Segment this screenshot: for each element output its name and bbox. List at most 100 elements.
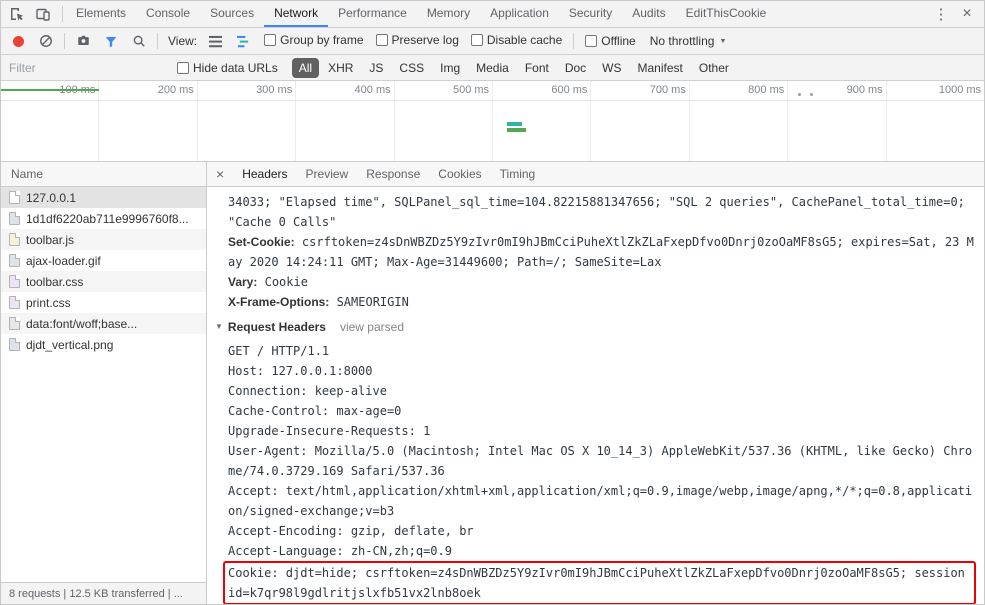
- filter-chip-media[interactable]: Media: [469, 58, 516, 78]
- hide-data-urls-checkbox[interactable]: Hide data URLs: [177, 61, 278, 75]
- timeline-tick: 800 ms: [690, 81, 789, 161]
- filter-chip-other[interactable]: Other: [692, 58, 736, 78]
- request-row[interactable]: djdt_vertical.png: [1, 334, 206, 355]
- use-large-rows-icon[interactable]: [202, 28, 228, 54]
- close-devtools-icon[interactable]: ×: [954, 1, 980, 27]
- capture-screenshots-icon[interactable]: [70, 28, 96, 54]
- raw-header-line-highlighted: Cookie: djdt=hide; csrftoken=z4sDnWBZDz5…: [223, 561, 976, 604]
- filter-chip-css[interactable]: CSS: [392, 58, 431, 78]
- close-details-icon[interactable]: ×: [207, 166, 233, 182]
- detail-tabs: × Headers Preview Response Cookies Timing: [207, 162, 984, 187]
- request-list-panel: Name 127.0.0.1 1d1df6220ab711e9996760f8..…: [1, 162, 207, 604]
- record-dot-icon: [12, 35, 24, 47]
- response-header-value: Cookie: [264, 275, 308, 289]
- request-row[interactable]: ajax-loader.gif: [1, 250, 206, 271]
- disable-cache-checkbox[interactable]: Disable cache: [470, 33, 562, 47]
- tab-application[interactable]: Application: [480, 1, 559, 27]
- name-column-header[interactable]: Name: [1, 162, 206, 187]
- inspect-element-icon[interactable]: [4, 1, 30, 27]
- request-headers-section-header[interactable]: ▼ Request Headers view parsed: [215, 318, 978, 336]
- response-header-value: SAMEORIGIN: [336, 295, 409, 309]
- detail-tab-preview[interactable]: Preview: [297, 162, 358, 186]
- tab-memory[interactable]: Memory: [417, 1, 480, 27]
- detail-tab-headers[interactable]: Headers: [233, 162, 296, 186]
- filter-icon[interactable]: [98, 28, 124, 54]
- tab-elements[interactable]: Elements: [66, 1, 136, 27]
- request-row[interactable]: print.css: [1, 292, 206, 313]
- request-row[interactable]: 127.0.0.1: [1, 187, 206, 208]
- devtools-window: Elements Console Sources Network Performance…: [0, 0, 985, 605]
- more-options-icon[interactable]: ⋮: [928, 1, 954, 27]
- request-row[interactable]: toolbar.css: [1, 271, 206, 292]
- inspect-icons-group: [1, 1, 59, 27]
- preserve-log-checkbox[interactable]: Preserve log: [375, 33, 459, 47]
- filter-chip-img[interactable]: Img: [433, 58, 467, 78]
- checkbox-box-icon: [585, 35, 598, 47]
- toolbar-divider: [62, 6, 63, 22]
- filter-chip-all[interactable]: All: [291, 57, 320, 78]
- clear-network-log-icon[interactable]: [33, 28, 59, 54]
- timeline-overview[interactable]: 100 ms 200 ms 300 ms 400 ms 500 ms 600 ms 700 …: [1, 81, 984, 162]
- file-icon-script: [9, 233, 20, 246]
- request-name: 127.0.0.1: [26, 190, 77, 205]
- offline-label: Offline: [601, 34, 636, 48]
- view-parsed-link[interactable]: view parsed: [340, 318, 404, 336]
- request-row[interactable]: 1d1df6220ab711e9996760f8...: [1, 208, 206, 229]
- file-icon-stylesheet: [9, 296, 20, 309]
- toolbar-checkbox-group: Group by frame Preserve log Disable cache: [258, 33, 568, 49]
- show-overview-icon[interactable]: [230, 28, 256, 54]
- checkbox-box-icon: [375, 34, 388, 46]
- filter-chip-font[interactable]: Font: [518, 58, 556, 78]
- response-header-value: 34033; "Elapsed time", SQLPanel_sql_time…: [228, 195, 965, 229]
- record-network-log-icon[interactable]: [5, 28, 31, 54]
- filter-chip-ws[interactable]: WS: [595, 58, 628, 78]
- request-name: toolbar.js: [26, 232, 75, 247]
- request-row[interactable]: data:font/woff;base...: [1, 313, 206, 334]
- filter-chip-doc[interactable]: Doc: [558, 58, 593, 78]
- tab-audits[interactable]: Audits: [622, 1, 675, 27]
- tab-console[interactable]: Console: [136, 1, 200, 27]
- waterfall-dot: [798, 93, 801, 96]
- device-toolbar-icon[interactable]: [30, 1, 56, 27]
- throttling-select[interactable]: No throttling ▼: [650, 34, 727, 48]
- waterfall-bar-green: [507, 128, 526, 132]
- group-by-frame-checkbox[interactable]: Group by frame: [264, 33, 364, 47]
- timeline-tick: 400 ms: [296, 81, 395, 161]
- file-icon-image: [9, 212, 20, 225]
- network-main-area: Name 127.0.0.1 1d1df6220ab711e9996760f8..…: [1, 162, 984, 604]
- tab-security[interactable]: Security: [559, 1, 622, 27]
- timeline-tick: 300 ms: [198, 81, 297, 161]
- search-icon[interactable]: [126, 28, 152, 54]
- request-name: 1d1df6220ab711e9996760f8...: [26, 211, 189, 226]
- detail-tab-timing[interactable]: Timing: [491, 162, 545, 186]
- raw-header-line: Cache-Control: max-age=0: [228, 404, 402, 418]
- timeline-tick: 900 ms: [788, 81, 887, 161]
- panel-tabs: Elements Console Sources Network Performance…: [66, 1, 928, 27]
- tab-editthiscookie[interactable]: EditThisCookie: [676, 1, 777, 27]
- hide-data-urls-label: Hide data URLs: [193, 60, 278, 75]
- main-tabbar: Elements Console Sources Network Performance…: [1, 1, 984, 28]
- waterfall-bar-teal: [507, 122, 522, 126]
- request-row[interactable]: toolbar.js: [1, 229, 206, 250]
- filter-input[interactable]: [1, 55, 171, 80]
- disclosure-triangle-icon[interactable]: ▼: [215, 318, 223, 336]
- request-name: djdt_vertical.png: [26, 337, 114, 352]
- offline-checkbox[interactable]: Offline: [585, 34, 636, 48]
- timeline-tick-label: 600 ms: [551, 84, 588, 96]
- status-text: 8 requests | 12.5 KB transferred | ...: [9, 587, 183, 600]
- tab-sources[interactable]: Sources: [200, 1, 264, 27]
- file-icon-font: [9, 317, 20, 330]
- raw-header-line: Connection: keep-alive: [228, 384, 387, 398]
- detail-tab-cookies[interactable]: Cookies: [429, 162, 490, 186]
- detail-tab-response[interactable]: Response: [357, 162, 429, 186]
- filter-chip-js[interactable]: JS: [362, 58, 390, 78]
- filter-chip-xhr[interactable]: XHR: [321, 58, 360, 78]
- checkbox-box-icon: [177, 61, 189, 74]
- filter-chip-manifest[interactable]: Manifest: [631, 58, 690, 78]
- file-icon-image: [9, 254, 20, 267]
- file-icon-document: [9, 191, 20, 204]
- type-filter-chips: All XHR JS CSS Img Media Font Doc WS Manifest Othe…: [291, 57, 736, 78]
- tab-network[interactable]: Network: [264, 1, 329, 27]
- more-options-glyph: ⋮: [933, 6, 949, 23]
- tab-performance[interactable]: Performance: [328, 1, 417, 27]
